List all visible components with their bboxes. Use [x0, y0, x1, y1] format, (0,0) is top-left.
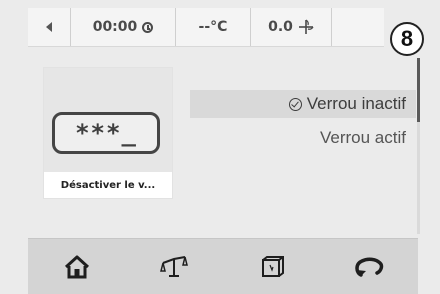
status-spacer [332, 8, 384, 46]
timer-display: 00:00 [71, 8, 176, 46]
temperature-display: --°C [176, 8, 251, 46]
weigh-button[interactable] [126, 239, 224, 294]
return-icon [355, 257, 384, 277]
temperature-value: --°C [198, 19, 228, 35]
option-lock-active[interactable]: Verrou actif [190, 124, 416, 152]
clock-icon [142, 21, 154, 33]
option-label: Verrou actif [320, 128, 406, 147]
spin-icon [298, 19, 314, 35]
tile-label: Désactiver le v... [44, 172, 172, 198]
scale-icon [160, 256, 189, 277]
box-button[interactable] [223, 239, 321, 294]
scrollbar[interactable] [417, 58, 420, 234]
bottom-nav [28, 238, 418, 294]
speed-display: 0.0 [251, 8, 332, 46]
option-lock-inactive[interactable]: Verrou inactif [190, 90, 416, 118]
back-button[interactable] [28, 8, 71, 46]
box-icon [261, 256, 284, 277]
device-screen: 00:00 --°C 0.0 8 ***_ Désactiver le v... [0, 0, 440, 294]
home-button[interactable] [28, 239, 126, 294]
scrollbar-thumb[interactable] [417, 58, 420, 122]
timer-value: 00:00 [92, 19, 138, 35]
option-label: Verrou inactif [306, 94, 406, 113]
pin-display: ***_ [52, 112, 160, 154]
back-arrow-icon [46, 22, 52, 32]
lock-code-tile[interactable]: ***_ Désactiver le v... [44, 68, 172, 198]
home-icon [64, 255, 89, 279]
speed-value: 0.0 [268, 19, 293, 35]
check-circle-icon [288, 97, 302, 111]
step-number-badge: 8 [390, 22, 424, 56]
return-button[interactable] [321, 239, 419, 294]
status-bar: 00:00 --°C 0.0 [28, 8, 384, 47]
